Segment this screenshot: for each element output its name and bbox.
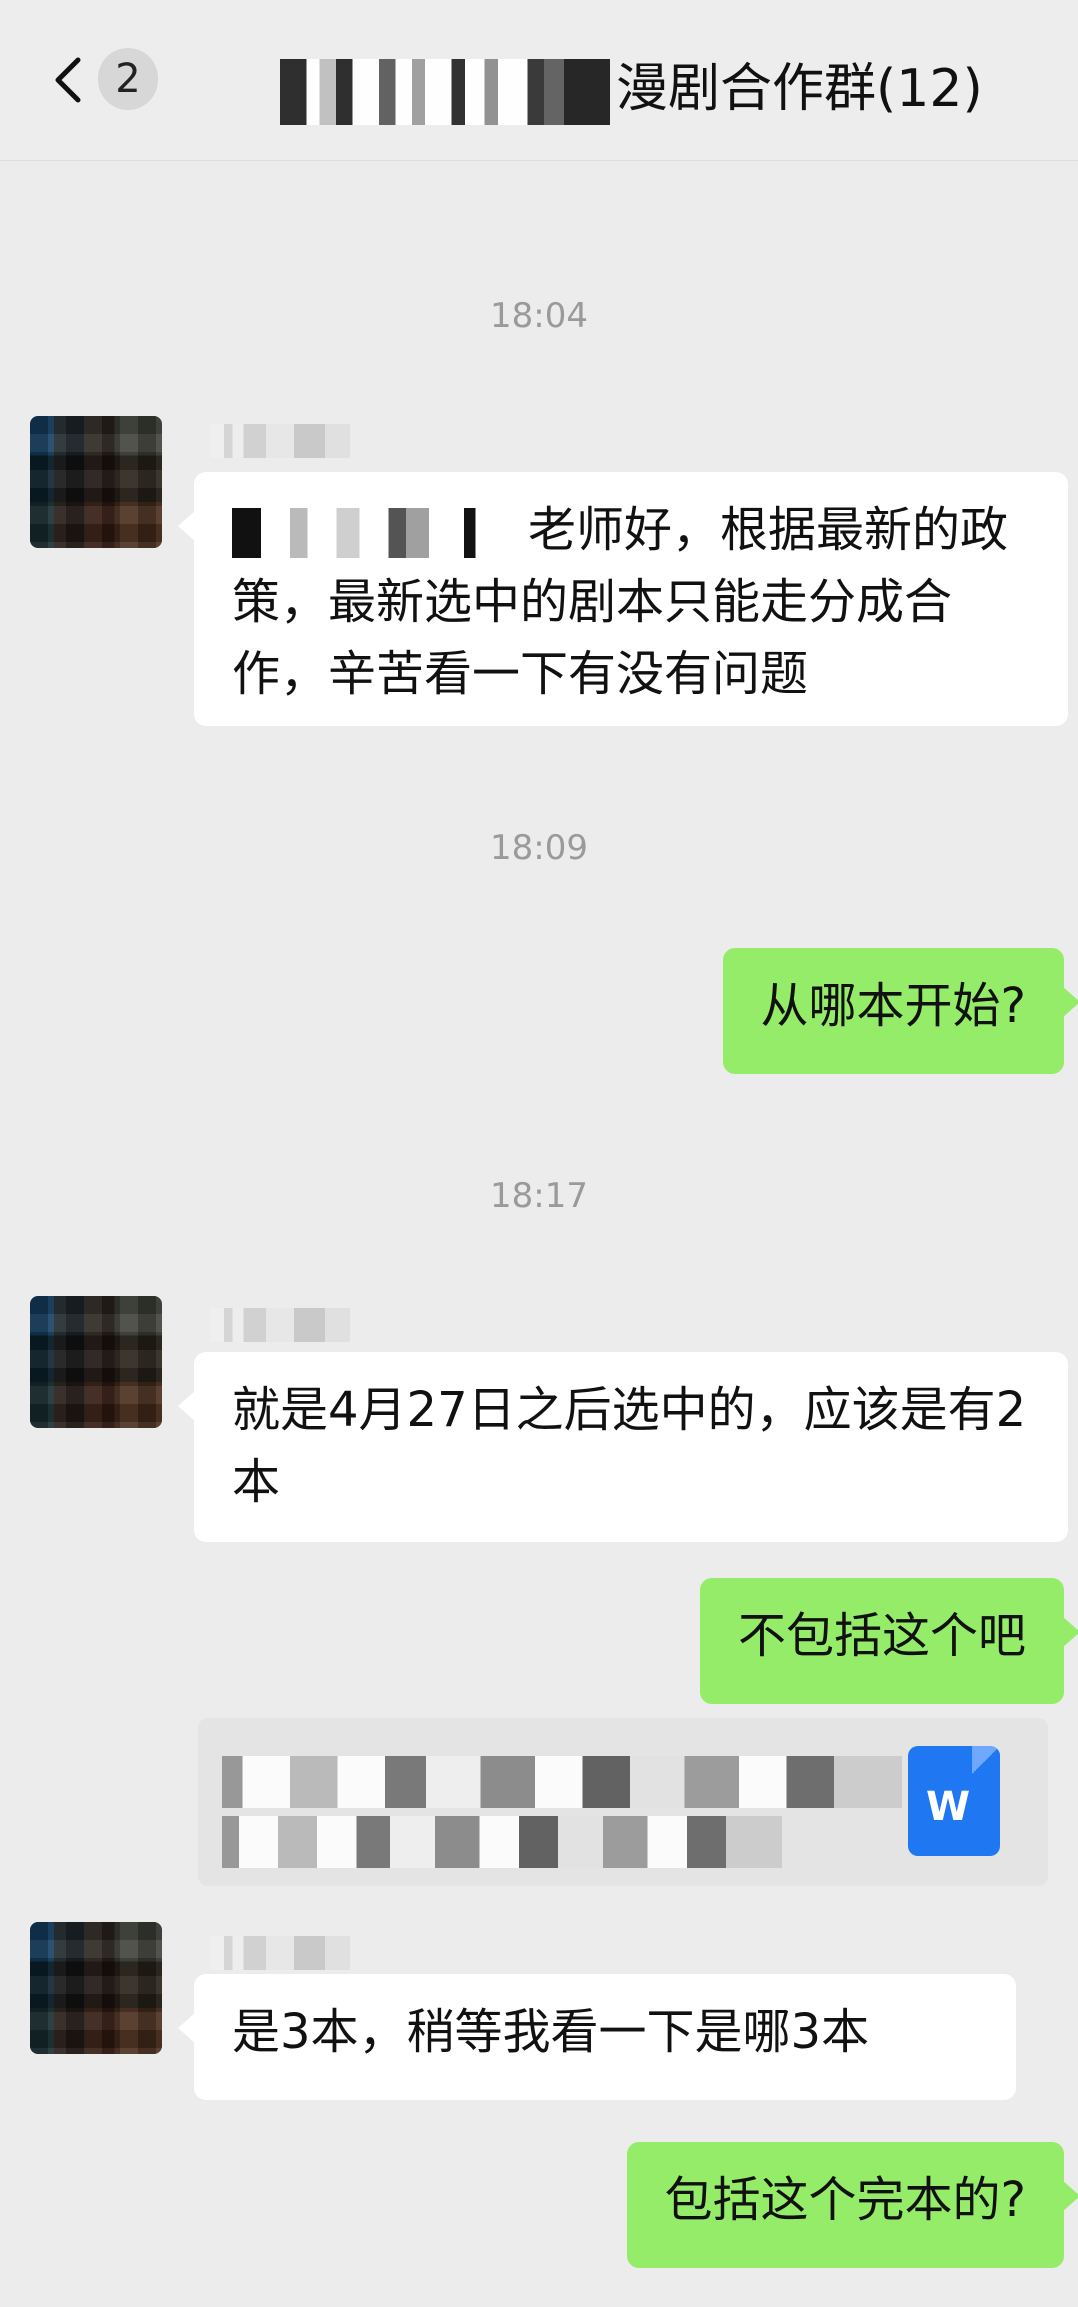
- outgoing-message-2[interactable]: 不包括这个吧: [699, 1578, 1078, 1704]
- chevron-left-icon: [55, 57, 81, 103]
- sender-name-redacted: [210, 1308, 350, 1342]
- back-button[interactable]: [40, 50, 100, 110]
- group-title: 漫剧合作群(12): [280, 46, 983, 125]
- redacted-document-title-line-1: [222, 1756, 902, 1808]
- incoming-message-3[interactable]: 是3本，稍等我看一下是哪3本: [178, 1974, 1016, 2100]
- avatar[interactable]: [30, 1922, 162, 2054]
- timestamp-2: 18:09: [490, 828, 588, 868]
- redacted-recipient-name: [232, 508, 522, 558]
- redacted-document-title-line-2: [222, 1816, 782, 1868]
- word-document-icon: W: [908, 1746, 1000, 1856]
- redacted-title-part: [280, 59, 610, 125]
- quoted-document-card[interactable]: W: [198, 1718, 1048, 1886]
- avatar[interactable]: [30, 416, 162, 548]
- timestamp-1: 18:04: [490, 296, 588, 336]
- incoming-message-2[interactable]: 就是4月27日之后选中的，应该是有2本: [178, 1352, 1068, 1542]
- incoming-message-1[interactable]: 老师好，根据最新的政策，最新选中的剧本只能走分成合作，辛苦看一下有没有问题: [178, 472, 1068, 726]
- unread-count-badge[interactable]: 2: [98, 48, 158, 110]
- sender-name-redacted: [210, 424, 350, 458]
- outgoing-message-1[interactable]: 从哪本开始?: [722, 948, 1078, 1074]
- sender-name-redacted: [210, 1936, 350, 1970]
- group-title-suffix: 漫剧合作群(12): [616, 59, 983, 119]
- chat-header: 2 漫剧合作群(12): [0, 0, 1078, 161]
- timestamp-3: 18:17: [490, 1176, 588, 1216]
- avatar[interactable]: [30, 1296, 162, 1428]
- outgoing-message-3[interactable]: 包括这个完本的?: [626, 2142, 1078, 2268]
